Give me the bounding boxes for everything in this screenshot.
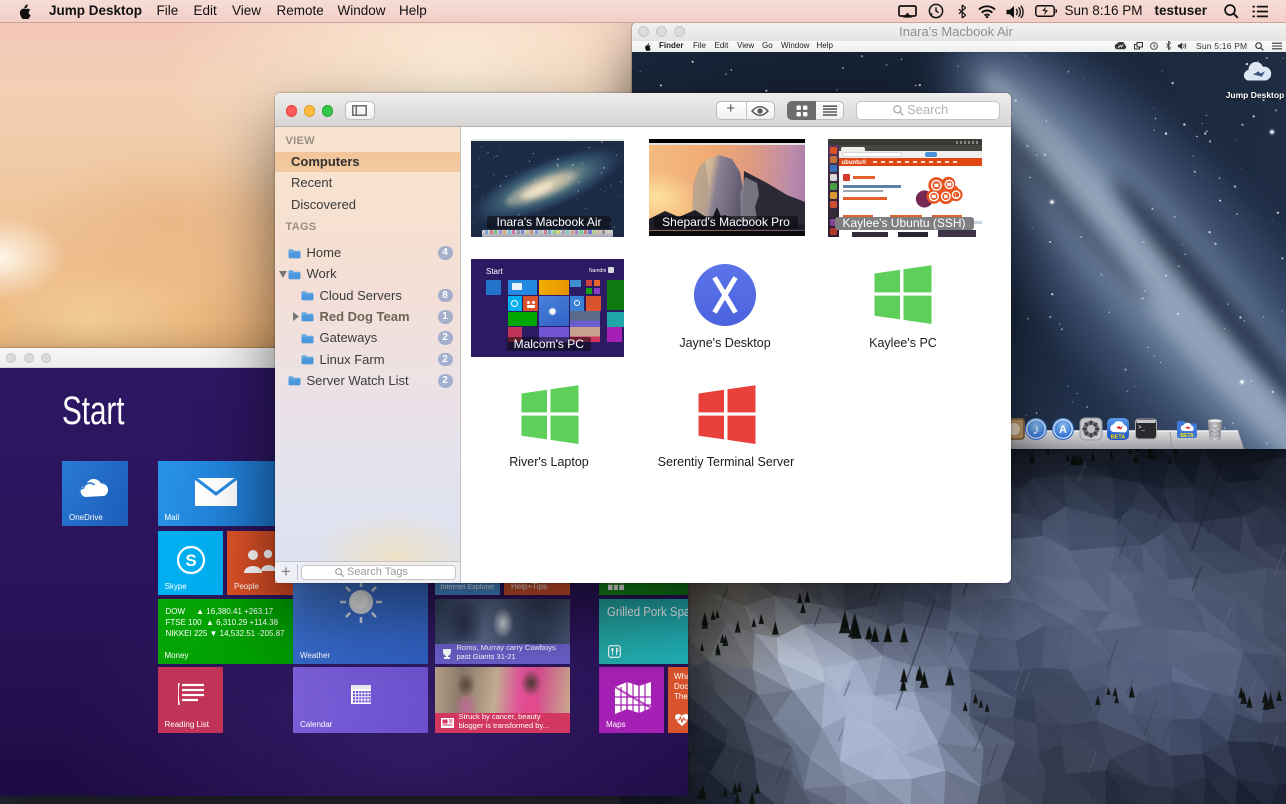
svg-text:BETA: BETA (1180, 433, 1194, 439)
svg-text:A: A (1059, 424, 1067, 436)
svg-text:>_: >_ (1138, 425, 1146, 431)
svg-text:S: S (185, 551, 196, 570)
svg-text:♪: ♪ (1033, 421, 1040, 437)
svg-text:BETA: BETA (1111, 435, 1126, 441)
